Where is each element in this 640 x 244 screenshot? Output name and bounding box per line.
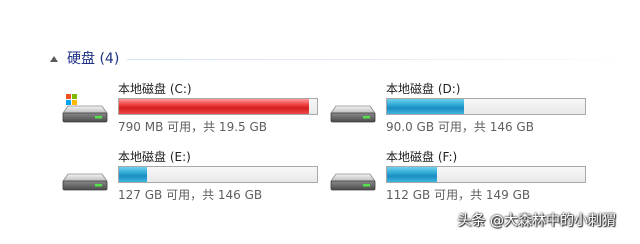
capacity-fill	[387, 99, 465, 114]
drive-label: 本地磁盘 (C:)	[118, 82, 192, 96]
drive-e[interactable]: 本地磁盘 (E:) 127 GB 可用，共 146 GB	[62, 148, 322, 208]
drive-icon	[62, 173, 108, 191]
free-space-text: 790 MB 可用，共 19.5 GB	[118, 120, 267, 134]
drive-c[interactable]: 本地磁盘 (C:) 790 MB 可用，共 19.5 GB	[62, 80, 322, 140]
capacity-fill	[119, 99, 310, 114]
group-divider	[127, 58, 640, 60]
hard-disks-group-header[interactable]: 硬盘 (4)	[50, 48, 640, 68]
capacity-bar	[386, 98, 586, 115]
drive-label: 本地磁盘 (F:)	[386, 150, 458, 164]
free-space-text: 112 GB 可用，共 149 GB	[386, 188, 531, 202]
drive-label: 本地磁盘 (D:)	[386, 82, 461, 96]
drive-icon	[330, 173, 376, 191]
capacity-fill	[119, 167, 147, 182]
capacity-bar	[386, 166, 586, 183]
free-space-text: 90.0 GB 可用，共 146 GB	[386, 120, 534, 134]
windows-drive-icon	[62, 94, 108, 123]
collapse-arrow-icon[interactable]	[50, 55, 58, 62]
drive-label: 本地磁盘 (E:)	[118, 150, 191, 164]
group-title: 硬盘 (4)	[67, 51, 120, 67]
drive-icon	[330, 105, 376, 123]
drive-d[interactable]: 本地磁盘 (D:) 90.0 GB 可用，共 146 GB	[330, 80, 590, 140]
capacity-fill	[387, 167, 437, 182]
capacity-bar	[118, 166, 318, 183]
capacity-bar	[118, 98, 318, 115]
free-space-text: 127 GB 可用，共 146 GB	[118, 188, 263, 202]
watermark: 头条 @大森林中的小刺猬	[457, 213, 616, 229]
drive-f[interactable]: 本地磁盘 (F:) 112 GB 可用，共 149 GB	[330, 148, 590, 208]
